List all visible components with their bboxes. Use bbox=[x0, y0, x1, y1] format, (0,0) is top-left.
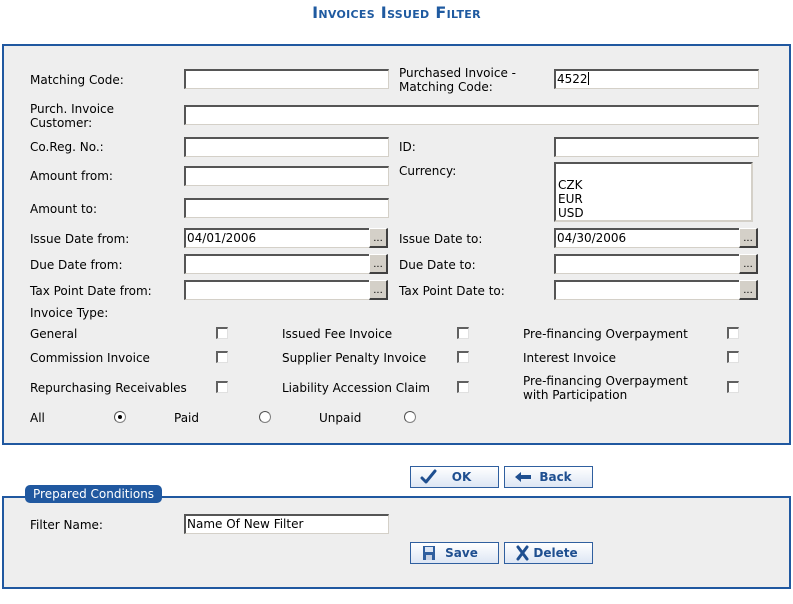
invoice-type-liability-accession-checkbox[interactable] bbox=[457, 381, 469, 393]
due-date-to-input[interactable] bbox=[554, 254, 740, 274]
tax-point-date-to-input[interactable] bbox=[554, 280, 740, 300]
radio-selected-dot bbox=[118, 415, 122, 419]
currency-option[interactable]: CZK bbox=[558, 178, 751, 192]
status-paid-radio[interactable] bbox=[259, 411, 271, 423]
currency-listbox[interactable]: CZK EUR USD bbox=[554, 162, 753, 222]
purchased-invoice-matching-code-input[interactable]: 4522 bbox=[554, 69, 759, 89]
tax-point-date-from-input[interactable] bbox=[184, 280, 370, 300]
label-line: Matching Code: bbox=[399, 80, 493, 94]
status-unpaid-label: Unpaid bbox=[319, 411, 362, 425]
invoice-type-liability-accession-label: Liability Accession Claim bbox=[282, 381, 430, 395]
filter-name-input[interactable]: Name Of New Filter bbox=[184, 514, 389, 534]
purch-invoice-customer-input[interactable] bbox=[184, 105, 759, 125]
invoice-type-supplier-penalty-checkbox[interactable] bbox=[457, 351, 469, 363]
invoice-type-prefinancing-overpayment-label: Pre-financing Overpayment bbox=[523, 327, 688, 341]
invoice-type-prefinancing-participation-checkbox[interactable] bbox=[727, 381, 739, 393]
invoice-type-issued-fee-label: Issued Fee Invoice bbox=[282, 327, 393, 341]
status-paid-label: Paid bbox=[174, 411, 200, 425]
status-unpaid-radio[interactable] bbox=[404, 411, 416, 423]
tax-point-date-to-label: Tax Point Date to: bbox=[399, 284, 505, 298]
co-reg-no-input[interactable] bbox=[184, 137, 389, 157]
save-button[interactable]: Save bbox=[410, 542, 499, 564]
co-reg-no-label: Co.Reg. No.: bbox=[30, 140, 104, 154]
invoice-type-interest-checkbox[interactable] bbox=[727, 351, 739, 363]
invoice-type-label: Invoice Type: bbox=[30, 306, 109, 320]
invoice-type-repurchasing-label: Repurchasing Receivables bbox=[30, 381, 187, 395]
invoice-type-prefinancing-overpayment-checkbox[interactable] bbox=[727, 327, 739, 339]
page-title: Invoices Issued Filter bbox=[312, 3, 481, 22]
due-date-from-input[interactable] bbox=[184, 254, 370, 274]
id-input[interactable] bbox=[554, 137, 759, 157]
due-date-from-picker-button[interactable]: ... bbox=[369, 254, 388, 274]
matching-code-label: Matching Code: bbox=[30, 73, 124, 87]
issue-date-to-input[interactable]: 04/30/2006 bbox=[554, 228, 740, 248]
due-date-from-label: Due Date from: bbox=[30, 258, 123, 272]
invoice-type-repurchasing-checkbox[interactable] bbox=[216, 381, 228, 393]
delete-button-label: Delete bbox=[533, 546, 578, 560]
ok-button-label: OK bbox=[451, 470, 472, 484]
label-line: Purchased Invoice - bbox=[399, 66, 516, 80]
status-all-radio[interactable] bbox=[114, 411, 126, 423]
issue-date-from-picker-button[interactable]: ... bbox=[369, 228, 388, 248]
amount-to-input[interactable] bbox=[184, 198, 389, 218]
tax-point-date-from-picker-button[interactable]: ... bbox=[369, 280, 388, 300]
issue-date-from-input[interactable]: 04/01/2006 bbox=[184, 228, 370, 248]
currency-label: Currency: bbox=[399, 164, 457, 178]
issue-date-to-picker-button[interactable]: ... bbox=[739, 228, 758, 248]
id-label: ID: bbox=[399, 140, 416, 154]
label-line: Purch. Invoice bbox=[30, 102, 115, 116]
amount-to-label: Amount to: bbox=[30, 202, 98, 216]
invoice-type-prefinancing-participation-label: Pre-financing Overpayment with Participa… bbox=[523, 374, 688, 402]
amount-from-label: Amount from: bbox=[30, 169, 113, 183]
label-line: Customer: bbox=[30, 116, 93, 130]
prepared-conditions-panel bbox=[2, 496, 791, 589]
currency-option[interactable]: EUR bbox=[558, 192, 751, 206]
invoice-type-general-label: General bbox=[30, 327, 78, 341]
invoice-type-issued-fee-checkbox[interactable] bbox=[457, 327, 469, 339]
save-button-label: Save bbox=[445, 546, 478, 560]
invoice-type-commission-checkbox[interactable] bbox=[216, 351, 228, 363]
purchased-invoice-matching-code-label: Purchased Invoice - Matching Code: bbox=[399, 66, 516, 94]
text-caret bbox=[587, 72, 589, 85]
currency-option[interactable] bbox=[558, 164, 751, 178]
currency-option[interactable]: USD bbox=[558, 206, 751, 220]
matching-code-input[interactable] bbox=[184, 69, 389, 89]
tax-point-date-to-picker-button[interactable]: ... bbox=[739, 280, 758, 300]
invoice-type-commission-label: Commission Invoice bbox=[30, 351, 150, 365]
label-line: Pre-financing Overpayment bbox=[523, 374, 688, 388]
due-date-to-label: Due Date to: bbox=[399, 258, 476, 272]
invoice-type-supplier-penalty-label: Supplier Penalty Invoice bbox=[282, 351, 427, 365]
delete-button[interactable]: Delete bbox=[504, 542, 593, 564]
due-date-to-picker-button[interactable]: ... bbox=[739, 254, 758, 274]
prepared-conditions-legend: Prepared Conditions bbox=[25, 485, 163, 503]
invoice-type-general-checkbox[interactable] bbox=[216, 327, 228, 339]
back-button-label: Back bbox=[539, 470, 572, 484]
label-line: with Participation bbox=[523, 388, 628, 402]
tax-point-date-from-label: Tax Point Date from: bbox=[30, 284, 152, 298]
purch-invoice-customer-label: Purch. Invoice Customer: bbox=[30, 102, 114, 130]
amount-from-input[interactable] bbox=[184, 166, 389, 186]
issue-date-to-label: Issue Date to: bbox=[399, 232, 483, 246]
status-all-label: All bbox=[30, 411, 45, 425]
filter-name-label: Filter Name: bbox=[30, 518, 103, 532]
issue-date-from-label: Issue Date from: bbox=[30, 232, 130, 246]
invoice-type-interest-label: Interest Invoice bbox=[523, 351, 616, 365]
ok-button[interactable]: OK bbox=[410, 466, 499, 488]
back-button[interactable]: Back bbox=[504, 466, 593, 488]
